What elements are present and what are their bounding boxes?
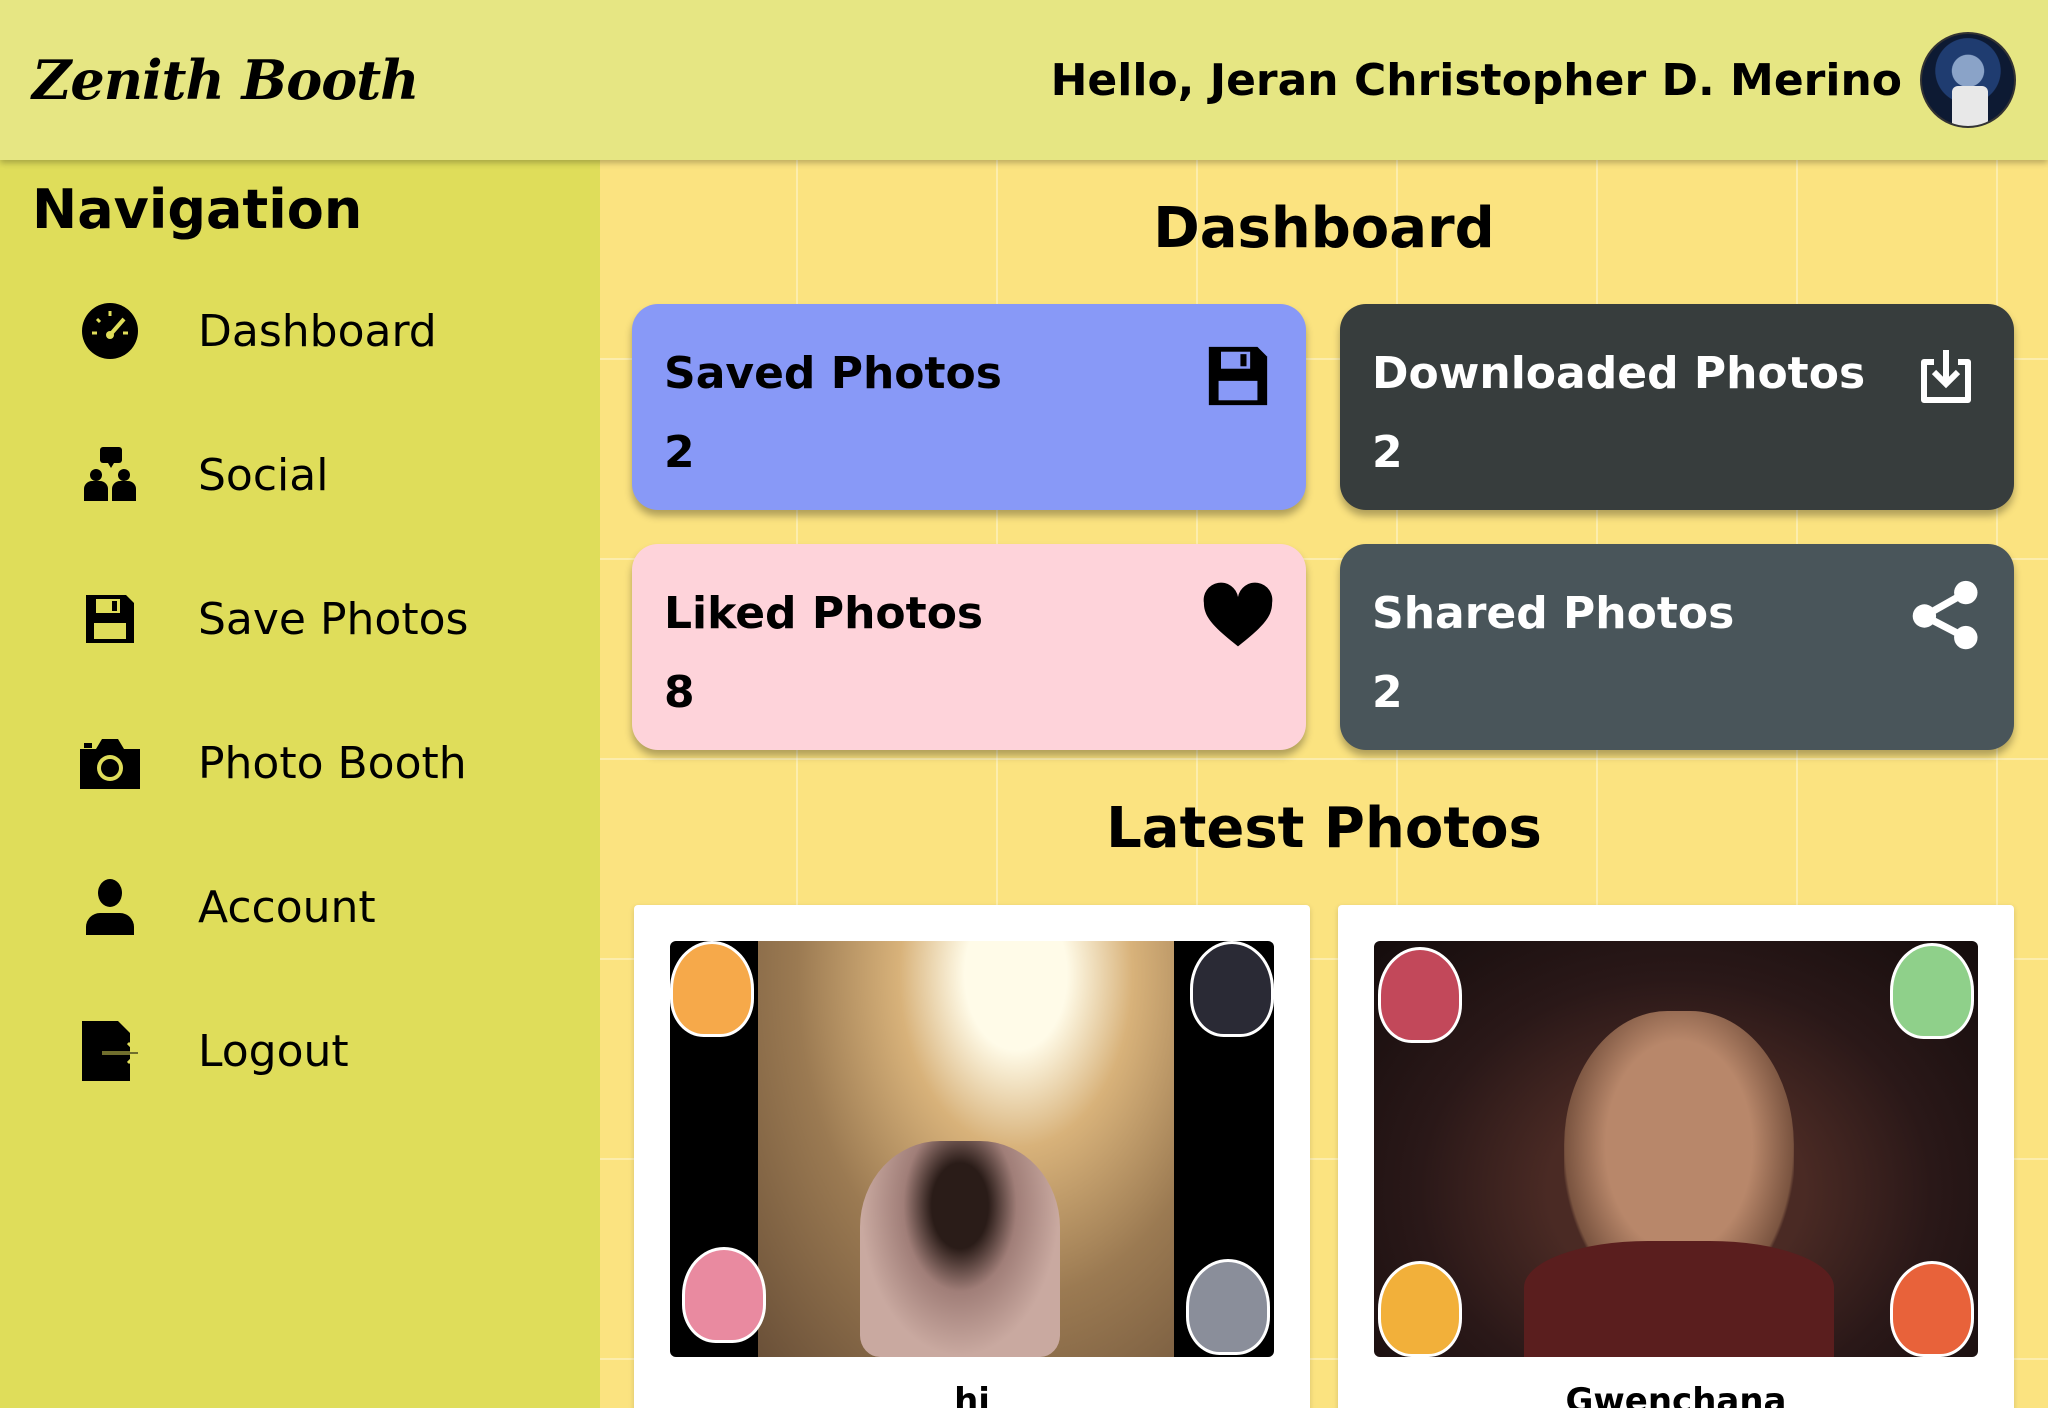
download-icon — [1910, 340, 1982, 412]
top-bar: Zenith Booth Hello, Jeran Christopher D.… — [0, 0, 2048, 160]
photo-image[interactable] — [1374, 941, 1978, 1357]
photo-caption: hi — [954, 1381, 990, 1408]
stat-title: Downloaded Photos — [1372, 348, 1866, 399]
sidebar-title: Navigation — [32, 178, 363, 241]
photo-card[interactable]: Gwenchana — [1338, 905, 2014, 1408]
photo-subject — [860, 1141, 1060, 1357]
liked-photos-card[interactable]: Liked Photos 8 — [632, 544, 1306, 750]
floppy-disk-icon — [78, 587, 142, 651]
sticker — [670, 941, 754, 1037]
stat-value: 2 — [1372, 427, 1403, 478]
latest-photos-title: Latest Photos — [1106, 796, 1542, 861]
downloaded-photos-card[interactable]: Downloaded Photos 2 — [1340, 304, 2014, 510]
photo-caption: Gwenchana — [1565, 1381, 1787, 1408]
sidebar-item-label: Photo Booth — [198, 737, 467, 789]
page-title: Dashboard — [1153, 196, 1495, 261]
sticker — [1890, 943, 1974, 1039]
sidebar-item-label: Logout — [198, 1025, 349, 1077]
sidebar-item-label: Save Photos — [198, 593, 469, 645]
photo-card[interactable]: hi — [634, 905, 1310, 1408]
sticker — [682, 1247, 766, 1343]
share-icon — [1910, 580, 1982, 652]
main-content: Dashboard Saved Photos 2 Downloaded Phot… — [600, 160, 2048, 1408]
sidebar-item-label: Dashboard — [198, 305, 437, 357]
person-icon — [78, 875, 142, 939]
stat-title: Saved Photos — [664, 348, 1002, 399]
sidebar-item-label: Account — [198, 881, 376, 933]
people-chat-icon — [78, 443, 142, 507]
sticker — [1890, 1261, 1974, 1357]
sticker — [1190, 941, 1274, 1037]
floppy-disk-icon — [1202, 340, 1274, 412]
stat-title: Shared Photos — [1372, 588, 1735, 639]
sidebar-item-label: Social — [198, 449, 329, 501]
sticker — [1186, 1259, 1270, 1355]
logout-icon — [78, 1019, 142, 1083]
sidebar-item-dashboard[interactable]: Dashboard — [32, 259, 568, 403]
sidebar-item-photo-booth[interactable]: Photo Booth — [32, 691, 568, 835]
sidebar-item-social[interactable]: Social — [32, 403, 568, 547]
stat-value: 2 — [1372, 667, 1403, 718]
sidebar-item-save-photos[interactable]: Save Photos — [32, 547, 568, 691]
sticker — [1378, 947, 1462, 1043]
heart-icon — [1202, 580, 1274, 652]
stat-value: 8 — [664, 667, 695, 718]
stat-title: Liked Photos — [664, 588, 984, 639]
saved-photos-card[interactable]: Saved Photos 2 — [632, 304, 1306, 510]
photo-subject-shirt — [1524, 1241, 1834, 1357]
sidebar: Navigation Dashboard Social Save Photos … — [0, 160, 600, 1408]
shared-photos-card[interactable]: Shared Photos 2 — [1340, 544, 2014, 750]
speedometer-icon — [78, 299, 142, 363]
sidebar-item-logout[interactable]: Logout — [32, 979, 568, 1123]
sidebar-item-account[interactable]: Account — [32, 835, 568, 979]
avatar[interactable] — [1920, 32, 2016, 128]
brand-logo[interactable]: Zenith Booth — [32, 48, 419, 112]
camera-icon — [78, 731, 142, 795]
sticker — [1378, 1261, 1462, 1357]
photo-image[interactable] — [670, 941, 1274, 1357]
stat-value: 2 — [664, 427, 695, 478]
user-greeting: Hello, Jeran Christopher D. Merino — [1050, 54, 1902, 106]
user-greeting-area: Hello, Jeran Christopher D. Merino — [1051, 32, 2016, 128]
